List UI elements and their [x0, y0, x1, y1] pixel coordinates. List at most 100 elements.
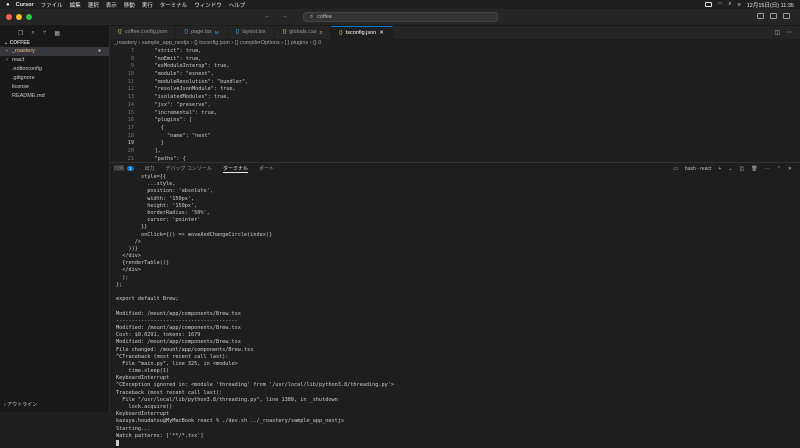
code-text: "module": "esnext",	[142, 71, 214, 78]
terminal-line: onClick={() => moveAndChangeCircle(index…	[116, 231, 273, 238]
code-line: 11 "moduleResolution": "bundler",	[110, 79, 800, 87]
extensions-icon[interactable]: ▦	[54, 30, 60, 39]
split-editor-icon[interactable]: ◫	[774, 29, 780, 36]
code-text: {	[142, 124, 164, 131]
more-actions-icon[interactable]: ⋯	[786, 29, 792, 36]
command-search-box[interactable]: ⌕ coffee	[303, 12, 498, 22]
panel-tab[interactable]: 出力	[145, 165, 155, 173]
bottom-panel: 問題 1 出力 デバッグ コンソール ターミナル ポート ▭ bash - react +…	[110, 162, 800, 446]
maximize-panel-icon[interactable]: ⌃	[777, 166, 781, 172]
terminal-line: Modified: /mount/app/components/Brew.tsx	[116, 339, 241, 346]
menu-file[interactable]: ファイル	[41, 1, 63, 9]
menu-terminal[interactable]: ターミナル	[160, 1, 188, 9]
code-lines: 7 "strict": true, 8 "noEmit": true, 9 "esM…	[110, 48, 800, 162]
line-number: 11	[127, 78, 134, 85]
terminal-line: File "/usr/local/lib/python3.8/threading…	[116, 396, 338, 403]
window-controls	[6, 14, 32, 20]
panel-tab[interactable]: 問題 1	[114, 165, 134, 173]
code-line: 19 }	[110, 140, 800, 148]
terminal-cursor-line	[116, 439, 800, 447]
menu-help[interactable]: ヘルプ	[229, 1, 246, 9]
menu-selection[interactable]: 選択	[88, 1, 99, 9]
back-arrow-icon[interactable]: ←	[264, 13, 271, 20]
window-titlebar: ← → ⌕ coffee	[0, 9, 800, 26]
chevron-down-icon: ⌄	[4, 40, 9, 46]
tab-status: M	[214, 30, 219, 35]
tab-label: layout.tsx	[242, 29, 266, 35]
editor-tab[interactable]: {} coffee.config.json	[110, 26, 177, 39]
macos-menubar: ● Cursor ファイル 編集 選択 表示 移動 実行 ターミナル ウィンドウ…	[0, 0, 800, 9]
explorer-header[interactable]: ⌄ COFFEE	[0, 39, 109, 47]
terminal-line: time.sleep(1)	[116, 368, 170, 375]
tree-item[interactable]: .gitignore	[0, 74, 109, 83]
toggle-panel-icon[interactable]	[770, 13, 777, 19]
line-number: 18	[127, 132, 134, 139]
code-line: 8 "noEmit": true,	[110, 56, 800, 64]
menu-view[interactable]: 表示	[106, 1, 117, 9]
line-number: 20	[127, 147, 134, 154]
minimize-window-button[interactable]	[16, 14, 22, 20]
more-actions-icon[interactable]: ⋯	[765, 166, 770, 172]
zoom-window-button[interactable]	[26, 14, 32, 20]
trash-icon[interactable]: 🗑	[751, 166, 757, 172]
editor-tab[interactable]: {} globals.css 3	[275, 26, 331, 39]
editor-tab[interactable]: {} page.tsx M	[176, 26, 228, 39]
tree-item[interactable]: license	[0, 83, 109, 92]
code-editor[interactable]: 7 "strict": true, 8 "noEmit": true, 9 "esM…	[110, 48, 800, 162]
toggle-secondary-sidebar-icon[interactable]	[783, 13, 790, 19]
tab-label: coffee.config.json	[124, 29, 168, 35]
editor-tab[interactable]: {} layout.tsx	[228, 26, 275, 39]
tree-item[interactable]: README.md	[0, 92, 109, 101]
tree-item[interactable]: › _roastery ●	[0, 47, 109, 56]
files-icon[interactable]: ❐	[18, 30, 23, 39]
outline-section[interactable]: › アウトライン	[4, 401, 37, 408]
wifi-icon[interactable]: ◠	[718, 2, 723, 8]
control-center-icon[interactable]: ≡	[737, 2, 740, 8]
tree-item[interactable]: › react	[0, 56, 109, 65]
apple-icon[interactable]: ●	[6, 2, 10, 8]
terminal-line: Cost: $0.0291, tokens: 1679	[116, 332, 201, 339]
workspace-name: COFFEE	[9, 40, 30, 46]
close-icon[interactable]: ✕	[788, 166, 792, 172]
menu-run[interactable]: 実行	[142, 1, 153, 9]
terminal-line: Modified: /mount/app/components/Brew.tsx	[116, 324, 241, 331]
tree-item-label: .gitignore	[12, 75, 35, 81]
close-icon[interactable]: ✕	[379, 27, 384, 40]
terminal-cursor	[116, 439, 119, 446]
panel-tab-list: 問題 1 出力 デバッグ コンソール ターミナル ポート	[114, 165, 274, 173]
clock[interactable]: 12月15日(日) 11:35	[747, 1, 794, 9]
terminal-line: File "main.py", line 325, in <module>	[116, 360, 238, 367]
close-window-button[interactable]	[6, 14, 12, 20]
panel-tab-label: デバッグ コンソール	[165, 165, 212, 172]
panel-tab[interactable]: ポート	[259, 165, 274, 173]
split-terminal-icon[interactable]: ◫	[740, 166, 745, 172]
editor-tab[interactable]: {} tsconfig.json ✕	[330, 26, 393, 40]
file-icon: {}	[282, 29, 287, 35]
tab-label: page.tsx	[191, 29, 212, 35]
source-control-icon[interactable]: ⑂	[43, 30, 47, 39]
battery-icon[interactable]	[704, 2, 712, 7]
line-number: 12	[127, 86, 134, 93]
terminal-line: ...style,	[116, 181, 176, 188]
menu-go[interactable]: 移動	[124, 1, 135, 9]
search-icon[interactable]: ⌕	[728, 1, 731, 8]
forward-arrow-icon[interactable]: →	[281, 13, 288, 20]
search-icon[interactable]: ⌕	[31, 30, 34, 39]
terminal-line: borderRadius: '50%',	[116, 209, 210, 216]
tree-item[interactable]: .editorconfig	[0, 65, 109, 74]
toggle-sidebar-icon[interactable]	[757, 13, 764, 19]
menu-edit[interactable]: 編集	[70, 1, 81, 9]
code-text: "noEmit": true,	[142, 55, 202, 62]
terminal-output[interactable]: style={{ ...style, position: 'absolute',…	[110, 174, 800, 447]
panel-tab[interactable]: デバッグ コンソール	[166, 165, 212, 173]
line-number: 9	[130, 63, 134, 70]
menu-window[interactable]: ウィンドウ	[194, 1, 222, 9]
terminal-name[interactable]: bash - react	[685, 166, 711, 172]
panel-tab[interactable]: ターミナル	[222, 165, 248, 173]
chevron-down-icon[interactable]: ⌄	[728, 166, 732, 172]
terminal-line: Traceback (most recent call last):	[116, 389, 223, 396]
app-menu[interactable]: Cursor	[16, 2, 34, 8]
code-text: }	[142, 140, 164, 147]
breadcrumb[interactable]: _roastery › sample_app_nextjs › {} tscon…	[110, 39, 800, 48]
new-terminal-icon[interactable]: +	[718, 166, 721, 172]
